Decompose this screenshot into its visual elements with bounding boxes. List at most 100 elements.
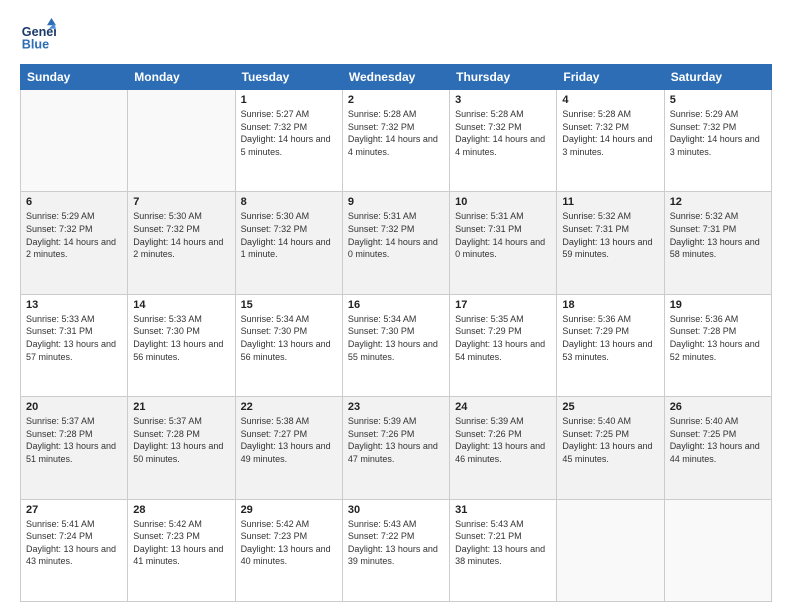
day-info: Sunrise: 5:33 AM Sunset: 7:31 PM Dayligh… (26, 313, 122, 363)
day-number: 20 (26, 401, 122, 413)
day-header-wednesday: Wednesday (342, 65, 449, 90)
calendar-cell: 29 Sunrise: 5:42 AM Sunset: 7:23 PM Dayli… (235, 499, 342, 601)
calendar-cell: 26Sunrise: 5:40 AM Sunset: 7:25 PM Dayli… (664, 397, 771, 499)
day-number: 19 (670, 299, 766, 311)
day-info: Sunrise: 5:28 AM Sunset: 7:32 PM Dayligh… (562, 108, 658, 158)
calendar-header-row: SundayMondayTuesdayWednesdayThursdayFrid… (21, 65, 772, 90)
day-header-sunday: Sunday (21, 65, 128, 90)
day-number: 13 (26, 299, 122, 311)
calendar-cell: 25 Sunrise: 5:40 AM Sunset: 7:25 PM Dayli… (557, 397, 664, 499)
day-number: 17 (455, 299, 551, 311)
day-number: 21 (133, 401, 229, 413)
calendar-cell: 2 Sunrise: 5:28 AM Sunset: 7:32 PM Daylig… (342, 90, 449, 192)
calendar-cell: 30 Sunrise: 5:43 AM Sunset: 7:22 PM Dayli… (342, 499, 449, 601)
calendar-cell: 11Sunrise: 5:32 AM Sunset: 7:31 PM Dayli… (557, 192, 664, 294)
day-number: 25 (562, 401, 658, 413)
day-number: 23 (348, 401, 444, 413)
day-info: Sunrise: 5:39 AM Sunset: 7:26 PM Dayligh… (455, 415, 551, 465)
calendar-week-row: 20 Sunrise: 5:37 AM Sunset: 7:28 PM Dayli… (21, 397, 772, 499)
day-info: Sunrise: 5:42 AM Sunset: 7:23 PM Dayligh… (133, 518, 229, 568)
calendar-cell: 8Sunrise: 5:30 AM Sunset: 7:32 PM Daylig… (235, 192, 342, 294)
calendar-cell: 21 Sunrise: 5:37 AM Sunset: 7:28 PM Dayli… (128, 397, 235, 499)
day-info: Sunrise: 5:43 AM Sunset: 7:22 PM Dayligh… (348, 518, 444, 568)
calendar-cell: 13 Sunrise: 5:33 AM Sunset: 7:31 PM Dayli… (21, 294, 128, 396)
day-info: Sunrise: 5:38 AM Sunset: 7:27 PM Dayligh… (241, 415, 337, 465)
calendar-cell: 20 Sunrise: 5:37 AM Sunset: 7:28 PM Dayli… (21, 397, 128, 499)
calendar-cell: 12Sunrise: 5:32 AM Sunset: 7:31 PM Dayli… (664, 192, 771, 294)
calendar-cell: 3Sunrise: 5:28 AM Sunset: 7:32 PM Daylig… (450, 90, 557, 192)
calendar-cell: 15 Sunrise: 5:34 AM Sunset: 7:30 PM Dayli… (235, 294, 342, 396)
day-info: Sunrise: 5:40 AM Sunset: 7:25 PM Dayligh… (670, 415, 766, 465)
day-number: 6 (26, 196, 122, 208)
calendar-week-row: 6 Sunrise: 5:29 AM Sunset: 7:32 PM Daylig… (21, 192, 772, 294)
calendar-cell: 9Sunrise: 5:31 AM Sunset: 7:32 PM Daylig… (342, 192, 449, 294)
calendar-cell: 10 Sunrise: 5:31 AM Sunset: 7:31 PM Dayli… (450, 192, 557, 294)
day-number: 31 (455, 504, 551, 516)
calendar-cell: 18 Sunrise: 5:36 AM Sunset: 7:29 PM Dayli… (557, 294, 664, 396)
calendar-cell: 16 Sunrise: 5:34 AM Sunset: 7:30 PM Dayli… (342, 294, 449, 396)
day-number: 7 (133, 196, 229, 208)
calendar-week-row: 13 Sunrise: 5:33 AM Sunset: 7:31 PM Dayli… (21, 294, 772, 396)
day-number: 14 (133, 299, 229, 311)
calendar-week-row: 1 Sunrise: 5:27 AM Sunset: 7:32 PM Daylig… (21, 90, 772, 192)
day-header-thursday: Thursday (450, 65, 557, 90)
calendar-cell (557, 499, 664, 601)
header: General Blue (20, 18, 772, 54)
calendar-cell: 7Sunrise: 5:30 AM Sunset: 7:32 PM Daylig… (128, 192, 235, 294)
calendar-cell (664, 499, 771, 601)
day-info: Sunrise: 5:36 AM Sunset: 7:28 PM Dayligh… (670, 313, 766, 363)
day-info: Sunrise: 5:42 AM Sunset: 7:23 PM Dayligh… (241, 518, 337, 568)
day-number: 27 (26, 504, 122, 516)
day-number: 16 (348, 299, 444, 311)
day-info: Sunrise: 5:37 AM Sunset: 7:28 PM Dayligh… (133, 415, 229, 465)
day-info: Sunrise: 5:43 AM Sunset: 7:21 PM Dayligh… (455, 518, 551, 568)
day-number: 2 (348, 94, 444, 106)
calendar-cell: 27 Sunrise: 5:41 AM Sunset: 7:24 PM Dayli… (21, 499, 128, 601)
day-number: 30 (348, 504, 444, 516)
day-info: Sunrise: 5:33 AM Sunset: 7:30 PM Dayligh… (133, 313, 229, 363)
day-number: 5 (670, 94, 766, 106)
logo: General Blue (20, 18, 60, 54)
day-info: Sunrise: 5:27 AM Sunset: 7:32 PM Dayligh… (241, 108, 337, 158)
day-info: Sunrise: 5:28 AM Sunset: 7:32 PM Dayligh… (455, 108, 551, 158)
day-info: Sunrise: 5:34 AM Sunset: 7:30 PM Dayligh… (348, 313, 444, 363)
day-info: Sunrise: 5:39 AM Sunset: 7:26 PM Dayligh… (348, 415, 444, 465)
calendar-cell: 17Sunrise: 5:35 AM Sunset: 7:29 PM Dayli… (450, 294, 557, 396)
calendar-cell: 31 Sunrise: 5:43 AM Sunset: 7:21 PM Dayli… (450, 499, 557, 601)
calendar-cell: 23 Sunrise: 5:39 AM Sunset: 7:26 PM Dayli… (342, 397, 449, 499)
day-number: 18 (562, 299, 658, 311)
logo-icon: General Blue (20, 18, 56, 54)
day-info: Sunrise: 5:41 AM Sunset: 7:24 PM Dayligh… (26, 518, 122, 568)
day-info: Sunrise: 5:30 AM Sunset: 7:32 PM Dayligh… (241, 210, 337, 260)
day-info: Sunrise: 5:34 AM Sunset: 7:30 PM Dayligh… (241, 313, 337, 363)
day-info: Sunrise: 5:36 AM Sunset: 7:29 PM Dayligh… (562, 313, 658, 363)
svg-text:Blue: Blue (22, 38, 49, 52)
day-info: Sunrise: 5:32 AM Sunset: 7:31 PM Dayligh… (670, 210, 766, 260)
day-header-saturday: Saturday (664, 65, 771, 90)
day-header-tuesday: Tuesday (235, 65, 342, 90)
day-number: 15 (241, 299, 337, 311)
calendar-cell: 14 Sunrise: 5:33 AM Sunset: 7:30 PM Dayli… (128, 294, 235, 396)
day-number: 29 (241, 504, 337, 516)
day-number: 11 (562, 196, 658, 208)
day-number: 10 (455, 196, 551, 208)
calendar-cell: 28 Sunrise: 5:42 AM Sunset: 7:23 PM Dayli… (128, 499, 235, 601)
calendar-cell: 24Sunrise: 5:39 AM Sunset: 7:26 PM Dayli… (450, 397, 557, 499)
day-number: 1 (241, 94, 337, 106)
day-info: Sunrise: 5:28 AM Sunset: 7:32 PM Dayligh… (348, 108, 444, 158)
calendar-cell: 6 Sunrise: 5:29 AM Sunset: 7:32 PM Daylig… (21, 192, 128, 294)
day-header-monday: Monday (128, 65, 235, 90)
day-info: Sunrise: 5:29 AM Sunset: 7:32 PM Dayligh… (670, 108, 766, 158)
calendar-cell: 19 Sunrise: 5:36 AM Sunset: 7:28 PM Dayli… (664, 294, 771, 396)
day-number: 22 (241, 401, 337, 413)
day-info: Sunrise: 5:37 AM Sunset: 7:28 PM Dayligh… (26, 415, 122, 465)
day-header-friday: Friday (557, 65, 664, 90)
calendar-week-row: 27 Sunrise: 5:41 AM Sunset: 7:24 PM Dayli… (21, 499, 772, 601)
calendar-table: SundayMondayTuesdayWednesdayThursdayFrid… (20, 64, 772, 602)
day-info: Sunrise: 5:31 AM Sunset: 7:31 PM Dayligh… (455, 210, 551, 260)
day-info: Sunrise: 5:31 AM Sunset: 7:32 PM Dayligh… (348, 210, 444, 260)
day-number: 28 (133, 504, 229, 516)
day-info: Sunrise: 5:29 AM Sunset: 7:32 PM Dayligh… (26, 210, 122, 260)
calendar-cell: 4Sunrise: 5:28 AM Sunset: 7:32 PM Daylig… (557, 90, 664, 192)
day-info: Sunrise: 5:40 AM Sunset: 7:25 PM Dayligh… (562, 415, 658, 465)
